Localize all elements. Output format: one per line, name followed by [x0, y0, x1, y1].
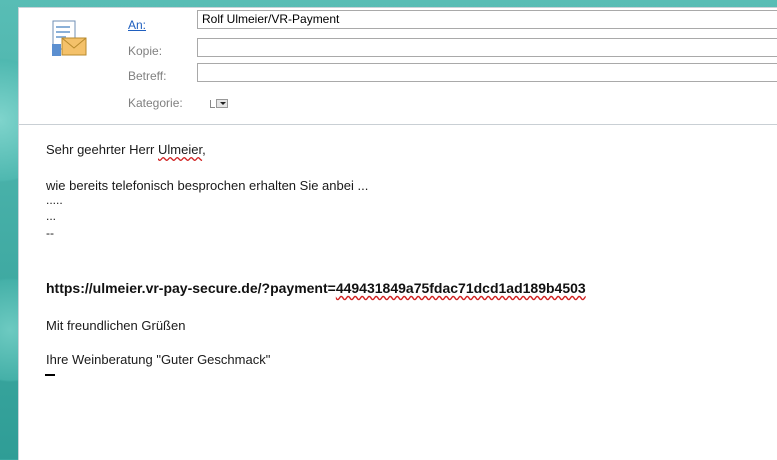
email-compose-window: An: Rolf Ulmeier/VR-Payment Kopie: Betre… [18, 7, 777, 460]
closing-line: Mit freundlichen Grüßen [46, 318, 186, 333]
greeting-name: Ulmeier [158, 142, 203, 157]
placeholder-line-3: -- [46, 226, 54, 240]
payment-link-token[interactable]: 449431849a75fdac71dcd1ad189b4503 [336, 280, 586, 296]
greeting-line: Sehr geehrter Herr Ulmeier, [46, 142, 206, 157]
payment-link[interactable]: https://ulmeier.vr-pay-secure.de/?paymen… [46, 280, 586, 296]
intro-line: wie bereits telefonisch besprochen erhal… [46, 178, 369, 193]
message-body[interactable]: Sehr geehrter Herr Ulmeier, wie bereits … [19, 8, 777, 460]
greeting-prefix: Sehr geehrter Herr [46, 142, 158, 157]
text-cursor [45, 374, 55, 376]
payment-link-base[interactable]: https://ulmeier.vr-pay-secure.de/?paymen… [46, 280, 336, 296]
placeholder-line-1: ..... [46, 193, 63, 207]
greeting-suffix: , [202, 142, 206, 157]
placeholder-line-2: ... [46, 209, 57, 223]
signature-line: Ihre Weinberatung "Guter Geschmack" [46, 352, 271, 367]
